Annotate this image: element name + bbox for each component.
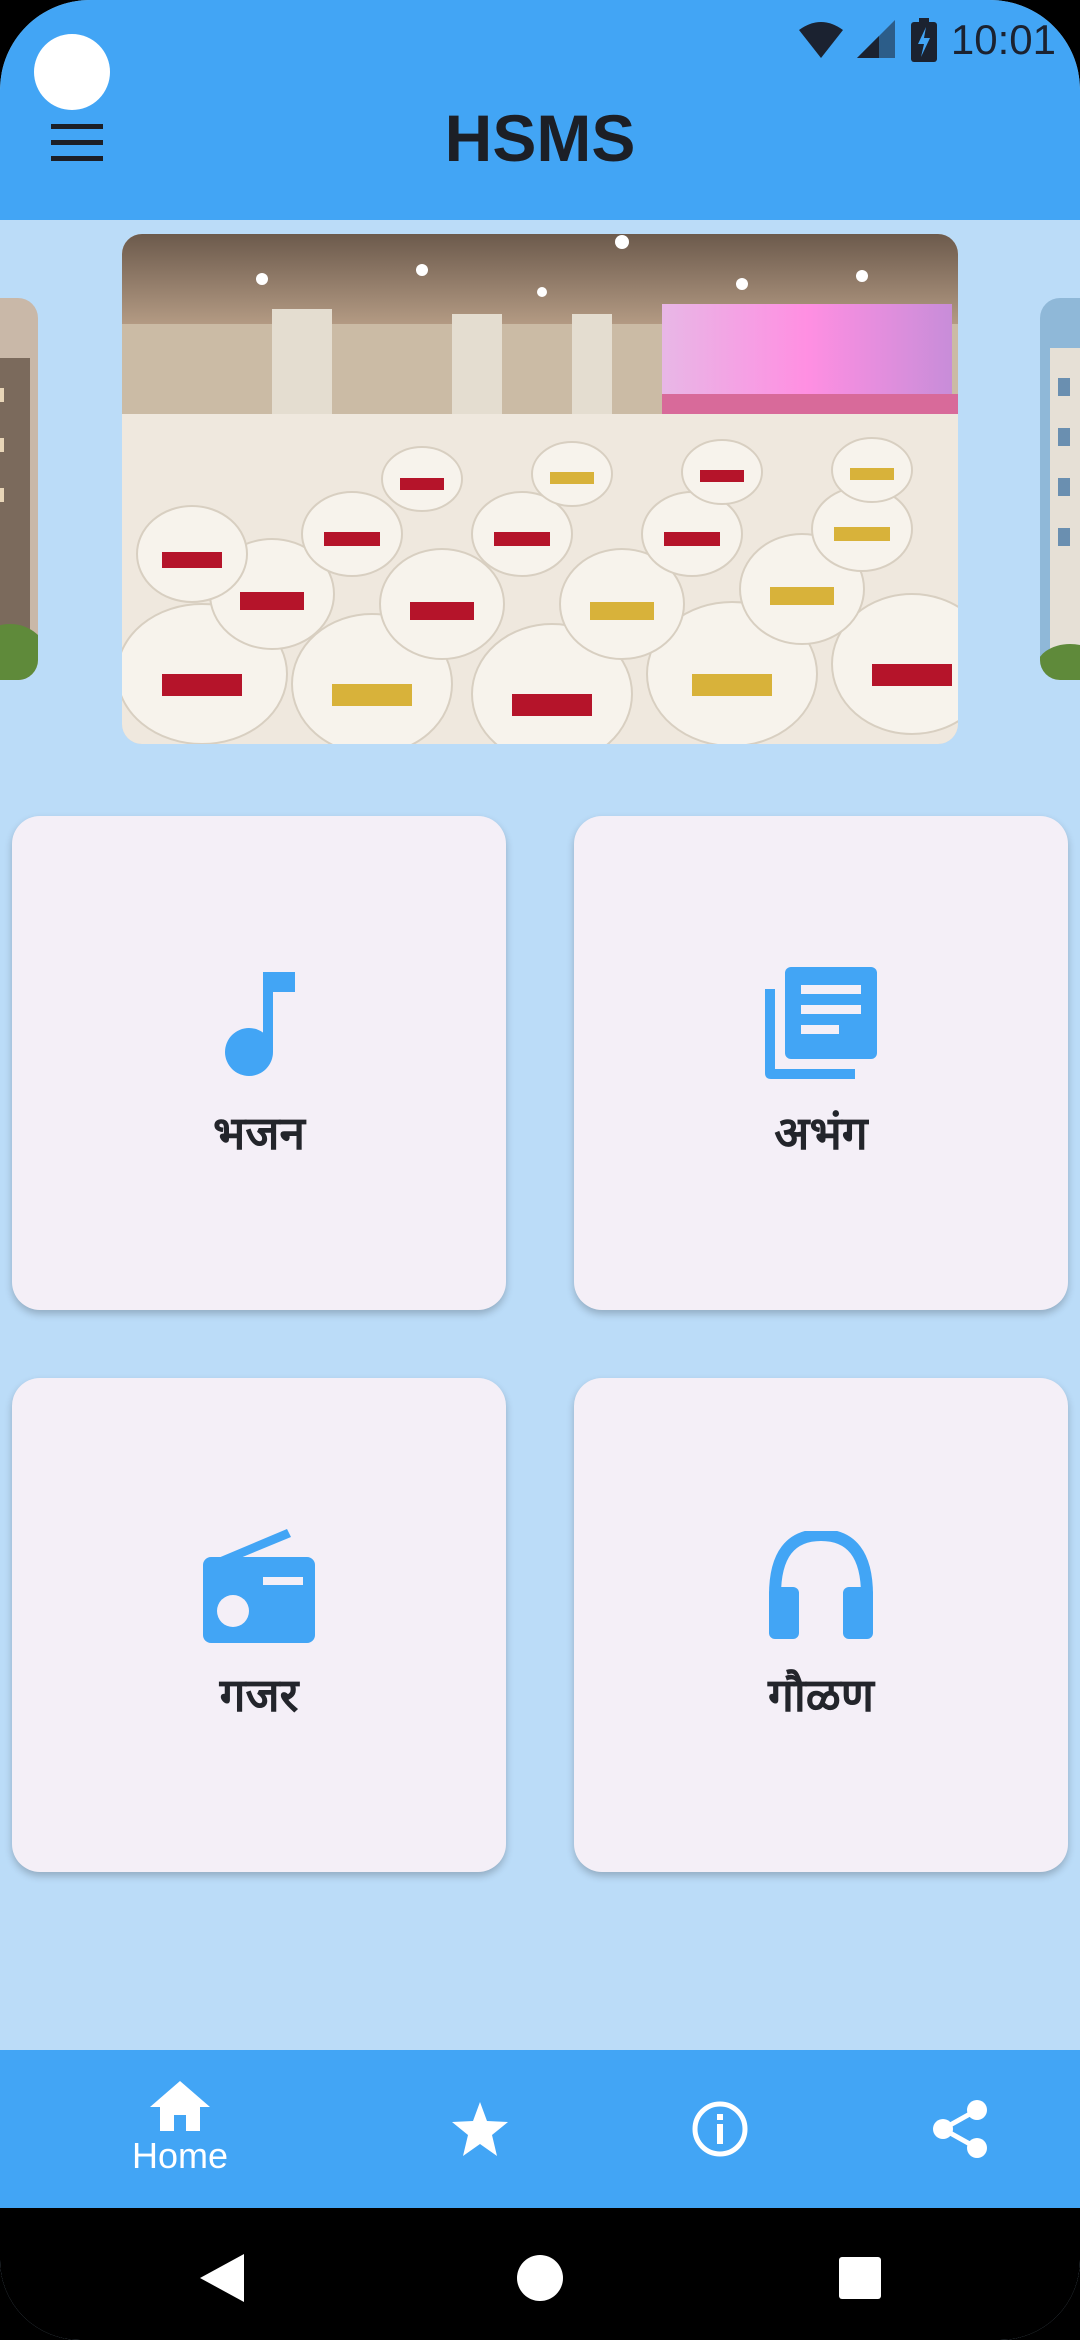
- music-note-icon: [199, 963, 319, 1083]
- wifi-icon: [798, 20, 843, 60]
- system-recents-button[interactable]: [820, 2238, 900, 2318]
- signal-icon: [856, 20, 897, 60]
- headphones-icon: [761, 1525, 881, 1645]
- building-image-right[interactable]: [1040, 298, 1080, 680]
- status-time: 10:01: [950, 16, 1056, 63]
- system-navigation-bar: [0, 2208, 1080, 2340]
- star-icon: [452, 2102, 508, 2156]
- home-icon: [150, 2081, 210, 2131]
- nav-share[interactable]: [860, 2050, 1060, 2208]
- share-icon: [933, 2100, 987, 2158]
- tile-label: गौळण: [767, 1668, 875, 1722]
- nav-home-label: Home: [131, 2135, 229, 2176]
- tile-gaulan[interactable]: गौळण: [574, 1378, 1068, 1872]
- tile-label: भजन: [213, 1106, 305, 1160]
- camera-cutout: [34, 34, 110, 110]
- app-screen: 10:01 HSMS भजन अभंग गजर गौळण Home: [0, 0, 1080, 2340]
- back-icon: [200, 2254, 244, 2302]
- nav-info[interactable]: [620, 2050, 820, 2208]
- radio-icon: [199, 1525, 319, 1645]
- tile-abhang[interactable]: अभंग: [574, 816, 1068, 1310]
- recents-icon: [839, 2257, 881, 2299]
- tile-label: गजर: [219, 1668, 299, 1722]
- nav-favorites[interactable]: [380, 2050, 580, 2208]
- system-back-button[interactable]: [182, 2238, 262, 2318]
- home-circle-icon: [517, 2255, 563, 2301]
- building-image-left[interactable]: [0, 298, 38, 680]
- tile-gajar[interactable]: गजर: [12, 1378, 506, 1872]
- status-bar: 10:01: [798, 10, 1056, 70]
- nav-home[interactable]: Home: [80, 2050, 280, 2208]
- library-books-icon: [761, 963, 881, 1083]
- app-bar: 10:01 HSMS: [0, 0, 1080, 220]
- system-home-button[interactable]: [500, 2238, 580, 2318]
- app-title: HSMS: [444, 101, 636, 175]
- battery-icon: [910, 18, 937, 62]
- info-icon: [692, 2101, 748, 2157]
- tile-bhajan[interactable]: भजन: [12, 816, 506, 1310]
- bottom-navigation: Home: [0, 2050, 1080, 2208]
- image-carousel[interactable]: [0, 232, 1080, 746]
- tile-label: अभंग: [774, 1106, 868, 1160]
- banquet-hall-image[interactable]: [122, 234, 958, 744]
